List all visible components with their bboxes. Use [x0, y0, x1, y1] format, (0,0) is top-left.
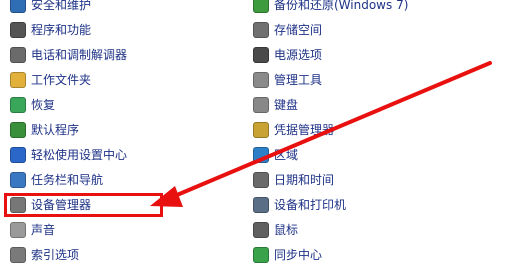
device-manager-highlight-box — [4, 193, 163, 217]
control-panel-right-item[interactable]: 设备和打印机 — [253, 195, 346, 215]
control-panel-right-item[interactable]: 管理工具 — [253, 70, 322, 90]
control-panel-left-item[interactable]: 索引选项 — [10, 245, 79, 265]
control-panel-left-item-label: 声音 — [31, 223, 56, 237]
control-panel-right-item[interactable]: 存储空间 — [253, 20, 322, 40]
control-panel-left-item[interactable]: 声音 — [10, 220, 55, 240]
control-panel-right-item-label: 同步中心 — [274, 248, 323, 262]
control-panel-left-item-label: 恢复 — [31, 98, 56, 112]
control-panel-left-item[interactable]: 轻松使用设置中心 — [10, 145, 127, 165]
sound-icon — [10, 222, 26, 238]
indexing-options-icon — [10, 247, 26, 263]
control-panel-left-item[interactable]: 任务栏和导航 — [10, 170, 103, 190]
control-panel-right-item-label: 键盘 — [274, 98, 299, 112]
control-panel-left-item[interactable]: 默认程序 — [10, 120, 79, 140]
control-panel-right-item-label: 鼠标 — [274, 223, 299, 237]
control-panel-right-item[interactable]: 键盘 — [253, 95, 298, 115]
phone-modem-icon — [10, 47, 26, 63]
control-panel-right-item-label: 日期和时间 — [274, 173, 335, 187]
control-panel-left-item-label: 安全和维护 — [31, 0, 92, 12]
power-options-icon — [253, 47, 269, 63]
control-panel-left-item[interactable]: 电话和调制解调器 — [10, 45, 127, 65]
control-panel-right-item-label: 设备和打印机 — [274, 198, 347, 212]
control-panel-right-item-label: 区域 — [274, 148, 299, 162]
control-panel-left-item-label: 程序和功能 — [31, 23, 92, 37]
control-panel-right-item[interactable]: 鼠标 — [253, 220, 298, 240]
work-folders-icon — [10, 72, 26, 88]
sync-center-icon — [253, 247, 269, 263]
control-panel-right-item-label: 备份和还原(Windows 7) — [274, 0, 409, 12]
control-panel-right-item-label: 凭据管理器 — [274, 123, 335, 137]
control-panel-right-item[interactable]: 凭据管理器 — [253, 120, 334, 140]
ease-of-access-icon — [10, 147, 26, 163]
control-panel-left-item-label: 默认程序 — [31, 123, 80, 137]
control-panel-right-item[interactable]: 电源选项 — [253, 45, 322, 65]
default-programs-icon — [10, 122, 26, 138]
mouse-icon — [253, 222, 269, 238]
control-panel-left-item-label: 轻松使用设置中心 — [31, 148, 128, 162]
control-panel-right-item[interactable]: 备份和还原(Windows 7) — [253, 0, 408, 15]
control-panel-left-item[interactable]: 安全和维护 — [10, 0, 91, 15]
control-panel-left-item-label: 索引选项 — [31, 248, 80, 262]
control-panel-right-item-label: 存储空间 — [274, 23, 323, 37]
control-panel-left-item[interactable]: 恢复 — [10, 95, 55, 115]
control-panel-right-item-label: 管理工具 — [274, 73, 323, 87]
devices-printers-icon — [253, 197, 269, 213]
control-panel-left-item[interactable]: 程序和功能 — [10, 20, 91, 40]
administrative-tools-icon — [253, 72, 269, 88]
credential-manager-icon — [253, 122, 269, 138]
control-panel-right-item[interactable]: 同步中心 — [253, 245, 322, 265]
control-panel-left-item[interactable]: 工作文件夹 — [10, 70, 91, 90]
control-panel-left-item-label: 电话和调制解调器 — [31, 48, 128, 62]
keyboard-icon — [253, 97, 269, 113]
control-panel-right-item[interactable]: 区域 — [253, 145, 298, 165]
date-time-icon — [253, 172, 269, 188]
control-panel-left-item-label: 工作文件夹 — [31, 73, 92, 87]
backup-restore-icon — [253, 0, 269, 13]
storage-spaces-icon — [253, 22, 269, 38]
security-maintenance-icon — [10, 0, 26, 13]
programs-features-icon — [10, 22, 26, 38]
region-icon — [253, 147, 269, 163]
recovery-icon — [10, 97, 26, 113]
control-panel-left-item-label: 任务栏和导航 — [31, 173, 104, 187]
taskbar-navigation-icon — [10, 172, 26, 188]
control-panel-right-item-label: 电源选项 — [274, 48, 323, 62]
control-panel-right-item[interactable]: 日期和时间 — [253, 170, 334, 190]
